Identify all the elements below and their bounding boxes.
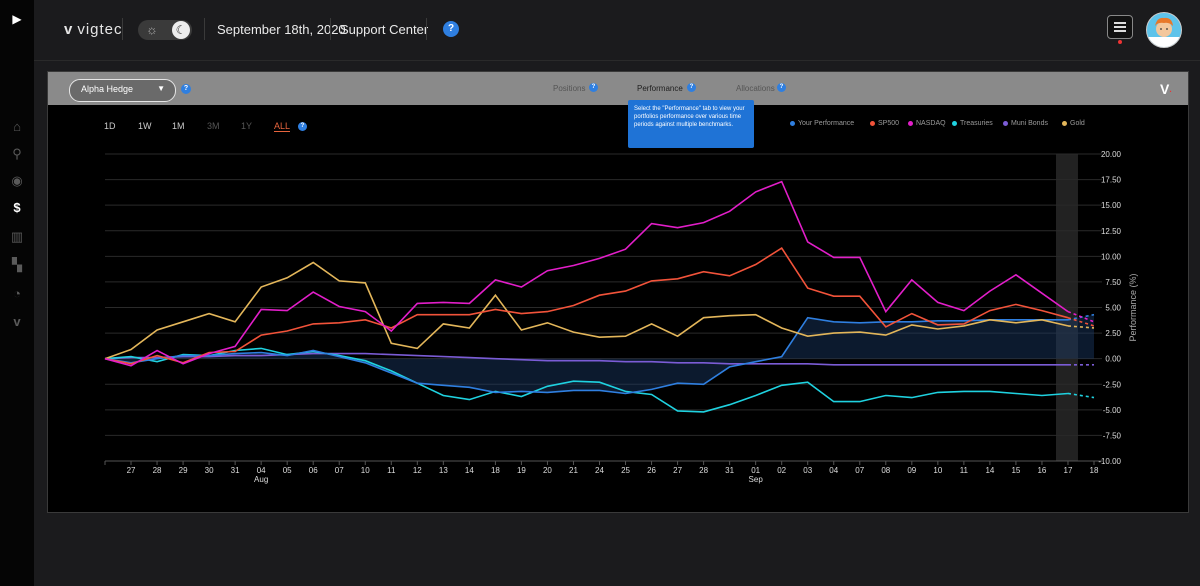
x-tick-label: 10 bbox=[933, 466, 942, 475]
x-tick-label: 18 bbox=[1090, 466, 1099, 475]
search-icon[interactable]: ⚲ bbox=[8, 145, 26, 163]
x-tick-label: 29 bbox=[179, 466, 188, 475]
x-tick-label: 12 bbox=[413, 466, 422, 475]
x-tick-label: 05 bbox=[283, 466, 292, 475]
theme-toggle[interactable]: ☼ ☾ bbox=[138, 20, 192, 40]
menu-button[interactable] bbox=[1107, 15, 1133, 39]
sun-icon: ☼ bbox=[146, 22, 158, 37]
top-bar: v vigtec ☼ ☾ September 18th, 2020 Support… bbox=[34, 0, 1200, 61]
x-tick-label: 28 bbox=[699, 466, 708, 475]
blocks-icon[interactable]: ▚ bbox=[8, 256, 26, 274]
current-date: September 18th, 2020 bbox=[217, 22, 346, 37]
x-tick-label: 20 bbox=[543, 466, 552, 475]
y-tick-label: -7.50 bbox=[1103, 431, 1122, 440]
x-tick-label: 01 bbox=[751, 466, 760, 475]
x-tick-label: 25 bbox=[621, 466, 630, 475]
home-icon[interactable]: ⌂ bbox=[8, 118, 26, 136]
x-tick-label: 30 bbox=[205, 466, 214, 475]
y-tick-label: 17.50 bbox=[1101, 176, 1122, 185]
y-tick-label: 20.00 bbox=[1101, 150, 1122, 159]
x-tick-label: 04 bbox=[257, 466, 266, 475]
x-tick-label: 08 bbox=[881, 466, 890, 475]
x-tick-label: 10 bbox=[361, 466, 370, 475]
performance-chart: 20.00 17.50 15.00 12.50 10.00 7.50 5.00 2.50 0.0… bbox=[104, 150, 1138, 484]
y-tick-label: -2.50 bbox=[1103, 380, 1122, 389]
notification-dot bbox=[1118, 40, 1122, 44]
divider bbox=[330, 18, 331, 40]
divider bbox=[122, 18, 123, 40]
bars-icon[interactable]: ▥ bbox=[8, 228, 26, 246]
x-tick-label: 19 bbox=[517, 466, 526, 475]
divider bbox=[204, 18, 205, 40]
v-logo-icon[interactable]: v bbox=[8, 313, 26, 331]
x-tick-label: 14 bbox=[985, 466, 994, 475]
x-tick-label: 02 bbox=[777, 466, 786, 475]
x-tick-label: 24 bbox=[595, 466, 604, 475]
x-month-label: Aug bbox=[254, 475, 268, 484]
dollar-icon[interactable]: $ bbox=[8, 199, 26, 217]
x-tick-label: 31 bbox=[725, 466, 734, 475]
x-tick-label: 27 bbox=[673, 466, 682, 475]
x-tick-label: 17 bbox=[1064, 466, 1073, 475]
x-tick-label: 07 bbox=[335, 466, 344, 475]
x-tick-label: 07 bbox=[855, 466, 864, 475]
y-axis-label: Performance (%) bbox=[1128, 273, 1138, 341]
x-tick-label: 04 bbox=[829, 466, 838, 475]
y-tick-label: 10.00 bbox=[1101, 252, 1122, 261]
x-tick-label: 09 bbox=[907, 466, 916, 475]
y-tick-label: 7.50 bbox=[1105, 278, 1121, 287]
y-tick-label: -5.00 bbox=[1103, 406, 1122, 415]
help-icon[interactable]: ? bbox=[443, 21, 459, 37]
y-tick-label: 15.00 bbox=[1101, 201, 1122, 210]
y-tick-label: 12.50 bbox=[1101, 227, 1122, 236]
x-tick-label: 28 bbox=[153, 466, 162, 475]
app-logo[interactable]: v vigtec bbox=[64, 21, 123, 38]
y-tick-label: 0.00 bbox=[1105, 355, 1121, 364]
play-icon[interactable]: ▶ bbox=[8, 10, 26, 28]
eye-icon[interactable]: ◉ bbox=[8, 172, 26, 190]
avatar[interactable] bbox=[1146, 12, 1182, 48]
x-tick-label: 31 bbox=[231, 466, 240, 475]
left-rail: ▶ ⌂ ⚲ ◉ $ ▥ ▚ ◔ v bbox=[0, 0, 34, 586]
v-mark-icon: v bbox=[64, 21, 74, 38]
x-tick-label: 11 bbox=[387, 466, 396, 475]
x-tick-label: 18 bbox=[491, 466, 500, 475]
x-tick-label: 11 bbox=[960, 466, 969, 475]
x-month-label: Sep bbox=[749, 475, 764, 484]
moon-icon: ☾ bbox=[172, 21, 190, 39]
y-tick-label: 2.50 bbox=[1105, 329, 1121, 338]
x-tick-label: 14 bbox=[465, 466, 474, 475]
gauge-icon[interactable]: ◔ bbox=[8, 285, 26, 303]
x-tick-label: 16 bbox=[1037, 466, 1046, 475]
x-tick-label: 21 bbox=[569, 466, 578, 475]
x-tick-label: 26 bbox=[647, 466, 656, 475]
x-tick-label: 06 bbox=[309, 466, 318, 475]
performance-panel: Alpha Hedge ▼ ? Positions ? Performance … bbox=[47, 71, 1189, 513]
x-tick-label: 27 bbox=[127, 466, 136, 475]
divider bbox=[426, 18, 427, 40]
x-tick-label: 03 bbox=[803, 466, 812, 475]
y-tick-label: 5.00 bbox=[1105, 304, 1121, 313]
x-tick-label: 15 bbox=[1011, 466, 1020, 475]
x-tick-label: 13 bbox=[439, 466, 448, 475]
support-center-link[interactable]: Support Center bbox=[340, 22, 428, 37]
